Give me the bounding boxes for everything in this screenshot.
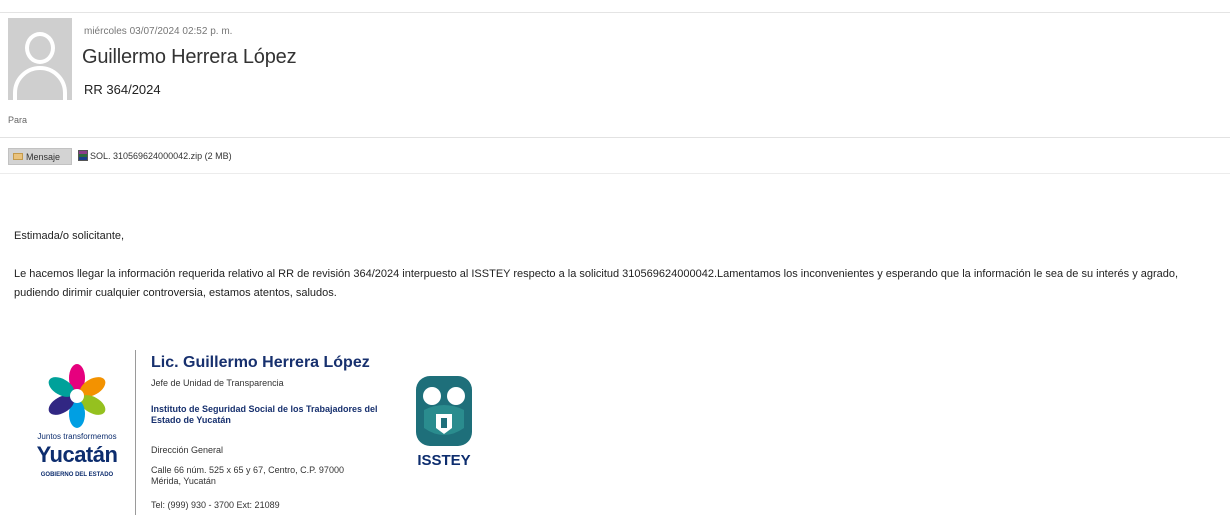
attachments-divider: [0, 173, 1230, 174]
yucatan-government-label: GOBIERNO DEL ESTADO: [40, 472, 114, 478]
signature-role: Jefe de Unidad de Transparencia: [151, 378, 284, 388]
header-divider: [0, 137, 1230, 138]
signature-name: Lic. Guillermo Herrera López: [151, 354, 370, 371]
body-greeting: Estimada/o solicitante,: [14, 230, 125, 242]
toolbar-strip: [0, 0, 1230, 13]
message-tab-label: Mensaje: [26, 151, 61, 162]
signature-phone: Tel: (999) 930 - 3700 Ext: 21089: [151, 500, 280, 510]
signature-department: Dirección General: [151, 445, 224, 455]
to-label: Para: [8, 115, 28, 125]
body-paragraph: Le hacemos llegar la información requeri…: [14, 268, 1179, 299]
envelope-icon: [13, 153, 23, 160]
zip-archive-icon: [78, 150, 88, 161]
avatar-body-shape: [13, 66, 67, 100]
address-line-2: Mérida, Yucatán: [151, 476, 216, 486]
message-subject: RR 364/2024: [84, 82, 161, 97]
yucatan-wordmark: Yucatán: [36, 442, 118, 467]
signature-address: Calle 66 núm. 525 x 65 y 67, Centro, C.P…: [151, 465, 344, 487]
attachment-file[interactable]: SOL. 310569624000042.zip (2 MB): [78, 150, 232, 161]
signature-divider: [135, 350, 136, 515]
signature-institution: Instituto de Seguridad Social de los Tra…: [151, 404, 378, 425]
attachment-file-label: SOL. 310569624000042.zip (2 MB): [90, 150, 232, 161]
sender-name[interactable]: Guillermo Herrera López: [82, 46, 297, 69]
isstey-wordmark: ISSTEY: [417, 452, 471, 469]
message-date: miércoles 03/07/2024 02:52 p. m.: [84, 26, 233, 37]
yucatan-tagline: Juntos transformemos: [37, 432, 117, 441]
address-line-1: Calle 66 núm. 525 x 65 y 67, Centro, C.P…: [151, 465, 344, 475]
yucatan-logo-icon: [48, 364, 106, 428]
message-tab[interactable]: Mensaje: [8, 148, 72, 165]
avatar-head-shape: [25, 32, 55, 64]
sender-avatar: [8, 18, 72, 100]
